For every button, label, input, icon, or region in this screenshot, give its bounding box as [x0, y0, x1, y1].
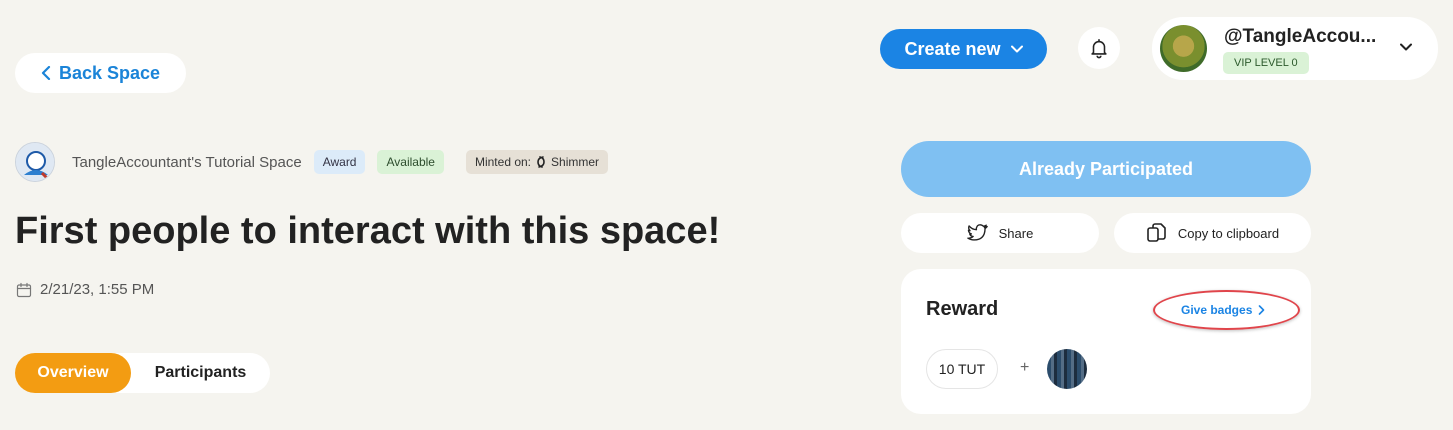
- space-name[interactable]: TangleAccountant's Tutorial Space: [72, 154, 302, 171]
- share-button[interactable]: Share: [901, 213, 1099, 253]
- page-title: First people to interact with this space…: [15, 210, 721, 252]
- chevron-down-icon: [1400, 43, 1412, 51]
- tab-overview[interactable]: Overview: [15, 353, 131, 393]
- chevron-down-icon: [1010, 45, 1023, 53]
- date-row: 2/21/23, 1:55 PM: [16, 281, 154, 298]
- share-label: Share: [998, 225, 1034, 241]
- tab-participants[interactable]: Participants: [131, 353, 270, 393]
- create-new-button[interactable]: Create new: [880, 29, 1047, 69]
- chevron-right-icon: [1259, 305, 1265, 315]
- calendar-icon: [16, 282, 32, 297]
- twitter-icon: [966, 224, 988, 241]
- reward-title: Reward: [926, 298, 999, 320]
- user-menu[interactable]: @TangleAccou... VIP LEVEL 0: [1152, 17, 1438, 80]
- reward-card: Reward Give badges 10 TUT +: [901, 269, 1311, 414]
- avatar: [1160, 25, 1207, 72]
- space-info: TangleAccountant's Tutorial Space Award …: [15, 142, 609, 182]
- back-space-label: Back Space: [58, 62, 161, 83]
- notifications-button[interactable]: [1078, 27, 1120, 69]
- create-new-label: Create new: [904, 38, 1001, 59]
- plus-sign: +: [1020, 359, 1030, 376]
- give-badges-link[interactable]: Give badges: [1181, 303, 1265, 317]
- badge-image[interactable]: [1047, 349, 1087, 389]
- shimmer-icon: [537, 156, 545, 168]
- minted-label: Minted on:: [474, 155, 532, 169]
- space-logo-icon: [16, 143, 54, 181]
- already-participated-button[interactable]: Already Participated: [901, 141, 1311, 197]
- user-name: @TangleAccou...: [1224, 26, 1377, 47]
- available-tag: Available: [377, 150, 444, 174]
- copy-label: Copy to clipboard: [1177, 225, 1280, 241]
- award-tag: Award: [313, 150, 366, 174]
- award-date: 2/21/23, 1:55 PM: [40, 281, 155, 298]
- tab-bar: Overview Participants: [15, 353, 270, 393]
- back-space-button[interactable]: Back Space: [15, 53, 186, 93]
- copy-to-clipboard-button[interactable]: Copy to clipboard: [1114, 213, 1311, 253]
- minted-tag: Minted on: Shimmer: [465, 150, 609, 174]
- space-avatar[interactable]: [15, 142, 55, 182]
- copy-icon: [1147, 223, 1166, 242]
- give-badges-label: Give badges: [1181, 303, 1253, 317]
- vip-badge: VIP LEVEL 0: [1223, 52, 1309, 74]
- chevron-left-icon: [41, 66, 51, 80]
- bell-icon: [1091, 38, 1107, 59]
- minted-network: Shimmer: [551, 155, 600, 169]
- token-reward: 10 TUT: [926, 349, 998, 389]
